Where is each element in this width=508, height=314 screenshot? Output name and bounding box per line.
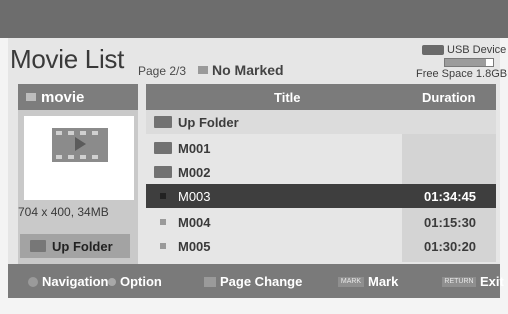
folder-up-icon bbox=[154, 116, 172, 128]
up-folder-button-label: Up Folder bbox=[52, 238, 113, 254]
movie-list-screen: Movie List Page 2/3 No Marked USB Device… bbox=[0, 0, 508, 314]
footer-navigation: Navigation bbox=[28, 274, 108, 289]
folder-icon bbox=[154, 142, 172, 154]
table-row[interactable]: M002 bbox=[146, 160, 496, 184]
file-table: Title Duration Up Folder M001 M002 M003 … bbox=[146, 84, 496, 262]
file-info: 704 x 400, 34MB bbox=[18, 205, 109, 219]
mark-icon bbox=[198, 66, 208, 74]
duration-column-header: Duration bbox=[422, 90, 476, 105]
table-row[interactable]: Up Folder bbox=[146, 110, 496, 134]
title-column-header: Title bbox=[274, 90, 301, 105]
usb-usage-fill bbox=[445, 59, 486, 66]
mark-key-icon: MARK bbox=[338, 276, 364, 287]
file-icon bbox=[160, 243, 166, 249]
row-name: M003 bbox=[178, 189, 211, 204]
row-name: Up Folder bbox=[178, 115, 239, 130]
page-change-icon bbox=[204, 276, 216, 287]
table-row-selected[interactable]: M003 01:34:45 bbox=[146, 184, 496, 208]
table-row[interactable]: M005 01:30:20 bbox=[146, 234, 496, 258]
usb-device-label: USB Device bbox=[447, 44, 507, 56]
footer-exit[interactable]: RETURN Exit bbox=[442, 274, 504, 289]
mark-label: Mark bbox=[368, 274, 399, 289]
footer-bar: Navigation Option Page Change MARK Mark … bbox=[8, 264, 504, 298]
free-space: Free Space 1.8GB bbox=[416, 68, 508, 80]
page-change-label: Page Change bbox=[220, 274, 303, 289]
return-key-icon: RETURN bbox=[442, 276, 476, 287]
folder-icon bbox=[154, 166, 172, 178]
page-indicator: Page 2/3 bbox=[138, 64, 187, 78]
exit-label: Exit bbox=[480, 274, 504, 289]
row-name: M005 bbox=[178, 239, 211, 254]
file-icon bbox=[160, 193, 166, 199]
usb-icon bbox=[422, 45, 444, 55]
marked-status: No Marked bbox=[198, 62, 284, 78]
row-name: M002 bbox=[178, 165, 211, 180]
footer-page-change[interactable]: Page Change bbox=[204, 274, 302, 289]
page-title: Movie List bbox=[10, 44, 125, 74]
footer-mark[interactable]: MARK Mark bbox=[338, 274, 398, 289]
current-folder: movie bbox=[18, 84, 138, 110]
option-label: Option bbox=[120, 274, 162, 289]
up-folder-button[interactable]: Up Folder bbox=[20, 234, 130, 258]
row-name: M004 bbox=[178, 215, 211, 230]
usb-device: USB Device bbox=[422, 44, 506, 56]
navigation-icon bbox=[28, 276, 38, 287]
marked-label: No Marked bbox=[212, 62, 284, 78]
top-bar bbox=[0, 0, 508, 38]
row-duration: 01:30:20 bbox=[424, 239, 477, 254]
option-icon bbox=[108, 277, 116, 286]
folder-up-icon bbox=[30, 240, 46, 252]
table-row[interactable]: M001 bbox=[146, 136, 496, 160]
navigation-label: Navigation bbox=[42, 274, 109, 289]
row-duration: 01:34:45 bbox=[424, 189, 477, 204]
usb-usage-bar bbox=[444, 58, 494, 67]
footer-option[interactable]: Option bbox=[108, 274, 162, 289]
current-folder-label: movie bbox=[41, 88, 85, 106]
file-icon bbox=[160, 219, 166, 225]
row-duration: 01:15:30 bbox=[424, 215, 477, 230]
play-icon bbox=[75, 137, 86, 151]
folder-icon bbox=[26, 93, 36, 101]
table-header: Title Duration bbox=[146, 84, 496, 110]
row-name: M001 bbox=[178, 141, 211, 156]
table-row[interactable]: M004 01:15:30 bbox=[146, 210, 496, 234]
